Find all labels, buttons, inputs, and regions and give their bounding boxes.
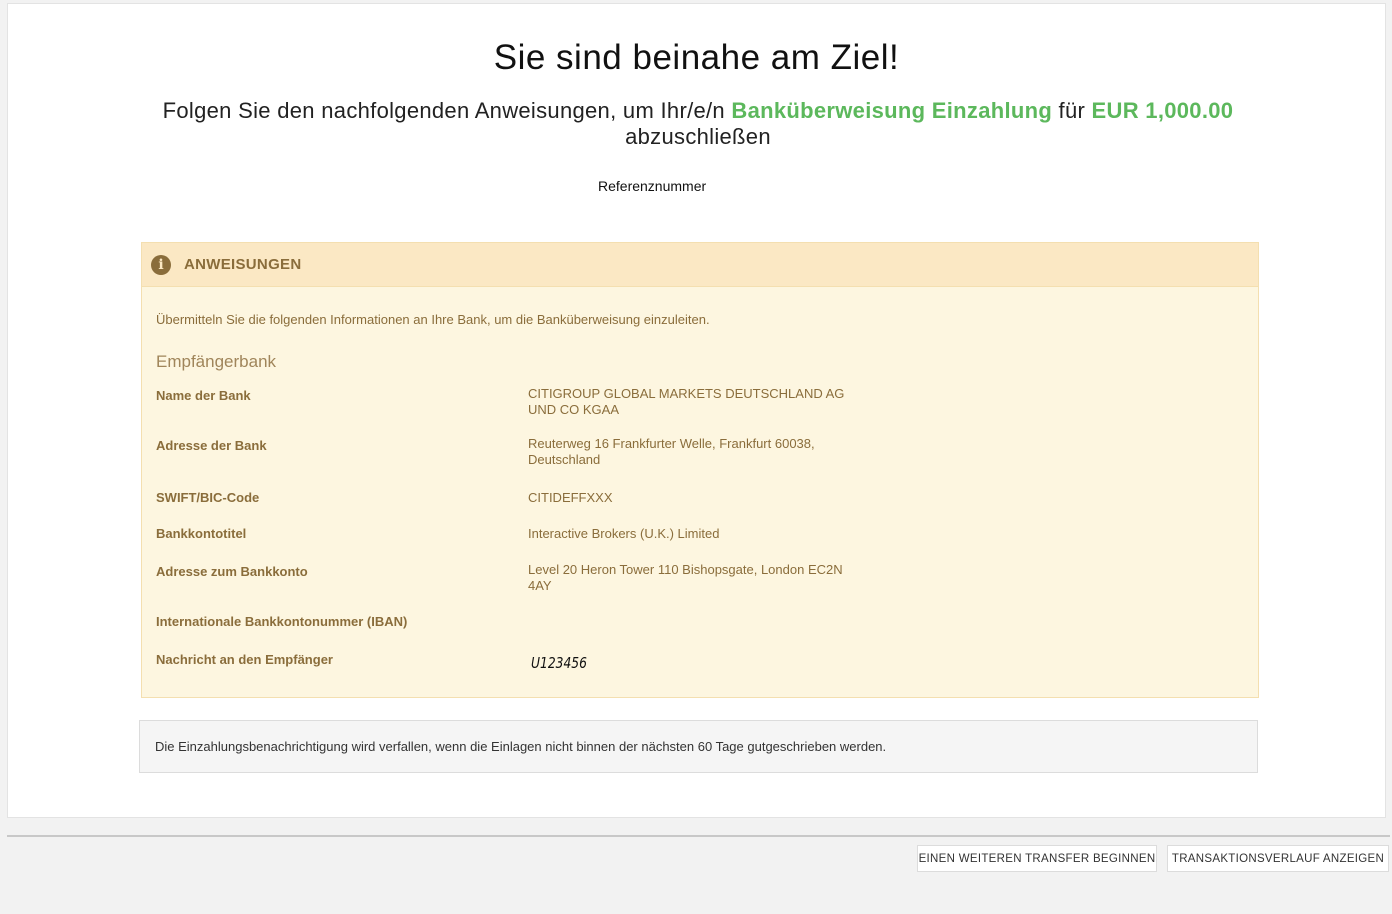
subtitle-text-mid: für — [1052, 98, 1092, 123]
expiry-notice: Die Einzahlungsbenachrichtigung wird ver… — [139, 720, 1258, 773]
new-transfer-button[interactable]: EINEN WEITEREN TRANSFER BEGINNEN — [917, 845, 1157, 872]
account-address-label: Adresse zum Bankkonto — [156, 564, 308, 579]
page-subtitle: Folgen Sie den nachfolgenden Anweisungen… — [148, 98, 1248, 150]
instructions-panel: i ANWEISUNGEN Übermitteln Sie die folgen… — [141, 242, 1259, 698]
subtitle-text-start: Folgen Sie den nachfolgenden Anweisungen… — [162, 98, 732, 123]
instructions-intro: Übermitteln Sie die folgenden Informatio… — [156, 312, 710, 327]
confirmation-card: Sie sind beinahe am Ziel! Folgen Sie den… — [7, 3, 1386, 818]
account-title-value: Interactive Brokers (U.K.) Limited — [528, 526, 720, 541]
info-icon: i — [151, 254, 171, 275]
instructions-header: i ANWEISUNGEN — [142, 243, 1258, 287]
section-title: Empfängerbank — [156, 352, 277, 371]
iban-label: Internationale Bankkontonummer (IBAN) — [156, 614, 408, 629]
account-title-label: Bankkontotitel — [156, 526, 247, 541]
bank-name-label: Name der Bank — [156, 388, 251, 403]
footer-divider — [7, 835, 1390, 837]
recipient-message-label: Nachricht an den Empfänger — [156, 652, 333, 667]
bank-address-label: Adresse der Bank — [156, 438, 267, 453]
transaction-history-button[interactable]: TRANSAKTIONSVERLAUF ANZEIGEN — [1167, 845, 1389, 872]
swift-label: SWIFT/BIC-Code — [156, 490, 260, 505]
reference-number-label: Referenznummer — [598, 178, 707, 194]
deposit-amount: EUR 1,000.00 — [1091, 98, 1234, 123]
account-address-value: Level 20 Heron Tower 110 Bishopsgate, Lo… — [528, 562, 843, 593]
recipient-message-value: U123456 — [531, 654, 587, 672]
instructions-title: ANWEISUNGEN — [184, 256, 302, 273]
deposit-method: Banküberweisung Einzahlung — [731, 98, 1053, 123]
swift-value: CITIDEFFXXX — [528, 490, 613, 505]
subtitle-text-end: abzuschließen — [625, 124, 771, 149]
bank-name-value: CITIGROUP GLOBAL MARKETS DEUTSCHLAND AG … — [528, 386, 845, 417]
page-title: Sie sind beinahe am Ziel! — [493, 38, 900, 77]
bank-address-value: Reuterweg 16 Frankfurter Welle, Frankfur… — [528, 436, 815, 467]
